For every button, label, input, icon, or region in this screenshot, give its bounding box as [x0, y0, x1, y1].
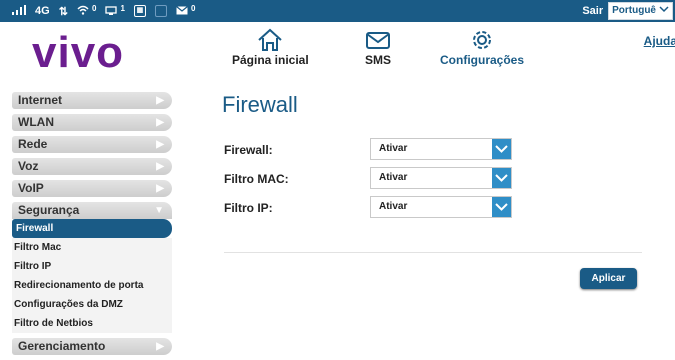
chevron-right-icon: ▶: [156, 341, 164, 352]
sidebar-item-voip[interactable]: VoIP ▶: [12, 180, 172, 197]
status-bar: 4G ⇅ 0 1 ▦ 0 Sair Portuguê: [0, 0, 675, 22]
chevron-right-icon: ▶: [156, 95, 164, 106]
page-title: Firewall: [222, 92, 298, 117]
devices-count: 1: [120, 3, 125, 13]
data-arrows-icon: ⇅: [58, 5, 68, 18]
ip-filter-select-value: Ativar: [379, 201, 408, 212]
vivo-logo: vivo: [32, 28, 125, 77]
envelope-icon: [366, 32, 390, 49]
language-select[interactable]: Portuguê: [608, 2, 673, 20]
sidebar-subitem-firewall[interactable]: Firewall: [12, 219, 172, 238]
firewall-select[interactable]: Ativar: [370, 138, 512, 160]
messages-status: 0: [176, 3, 196, 19]
sidebar-subitem-netbios[interactable]: Filtro de Netbios: [12, 314, 172, 333]
chevron-right-icon: ▶: [156, 139, 164, 150]
sidebar-item-gerenciamento[interactable]: Gerenciamento ▶: [12, 338, 172, 355]
exit-link[interactable]: Sair: [582, 5, 603, 17]
ip-filter-select[interactable]: Ativar: [370, 196, 512, 218]
nav-sms[interactable]: SMS: [364, 28, 392, 67]
home-icon: [258, 28, 283, 51]
chevron-down-icon: [492, 139, 511, 159]
chevron-down-icon: ▼: [154, 205, 164, 216]
sidebar-item-label: Voz: [18, 159, 39, 173]
sidebar-item-label: Rede: [18, 137, 48, 151]
envelope-icon: [176, 6, 191, 18]
sidebar-item-wlan[interactable]: WLAN ▶: [12, 114, 172, 131]
messages-count: 0: [191, 3, 196, 13]
nav-settings[interactable]: Configurações: [440, 28, 524, 67]
sidebar-item-label: WLAN: [18, 115, 54, 129]
chevron-down-icon: [492, 168, 511, 188]
sidebar-item-voz[interactable]: Voz ▶: [12, 158, 172, 175]
field-label-mac-filter: Filtro MAC:: [224, 172, 289, 186]
chevron-down-icon: [659, 3, 669, 19]
sidebar-item-seguranca[interactable]: Segurança ▼: [12, 202, 172, 219]
sidebar-item-label: Internet: [18, 93, 63, 107]
sidebar: Internet ▶ WLAN ▶ Rede ▶ Voz ▶ VoIP ▶ Seguran…: [12, 92, 172, 360]
network-type: 4G: [35, 5, 50, 17]
sidebar-subitem-filtro-ip[interactable]: Filtro IP: [12, 257, 172, 276]
sidebar-item-internet[interactable]: Internet ▶: [12, 92, 172, 109]
divider: [224, 252, 642, 253]
field-label-firewall: Firewall:: [224, 143, 273, 157]
chevron-right-icon: ▶: [156, 161, 164, 172]
wifi-icon: [77, 6, 92, 18]
signal-bars-icon: [12, 4, 26, 18]
nav-sms-label: SMS: [364, 53, 391, 67]
sidebar-item-rede[interactable]: Rede ▶: [12, 136, 172, 153]
nav-home-label: Página inicial: [232, 53, 309, 67]
firewall-select-value: Ativar: [379, 143, 408, 154]
mac-filter-select[interactable]: Ativar: [370, 167, 512, 189]
field-label-ip-filter: Filtro IP:: [224, 201, 273, 215]
sidebar-subitem-filtro-mac[interactable]: Filtro Mac: [12, 238, 172, 257]
help-link[interactable]: Ajuda: [644, 34, 675, 48]
chevron-right-icon: ▶: [156, 117, 164, 128]
roaming-icon: [154, 5, 167, 17]
gear-icon: [473, 31, 491, 49]
chevron-right-icon: ▶: [156, 183, 164, 194]
chevron-down-icon: [492, 197, 511, 217]
sidebar-subitem-dmz[interactable]: Configurações da DMZ: [12, 295, 172, 314]
sim-icon: ▦: [133, 5, 146, 17]
sidebar-item-label: VoIP: [18, 181, 44, 195]
wifi-status: 0: [77, 3, 97, 19]
nav-home[interactable]: Página inicial: [232, 28, 309, 67]
sidebar-item-label: Segurança: [18, 203, 80, 217]
wifi-count: 0: [91, 3, 97, 13]
nav-settings-label: Configurações: [440, 53, 525, 67]
apply-button[interactable]: Aplicar: [580, 268, 637, 289]
language-value: Portuguê: [612, 5, 656, 16]
device-icon: [105, 6, 120, 18]
sidebar-subitem-port-forwarding[interactable]: Redirecionamento de porta: [12, 276, 172, 295]
sidebar-item-label: Gerenciamento: [18, 339, 106, 353]
devices-status: 1: [105, 4, 125, 19]
mac-filter-select-value: Ativar: [379, 172, 408, 183]
